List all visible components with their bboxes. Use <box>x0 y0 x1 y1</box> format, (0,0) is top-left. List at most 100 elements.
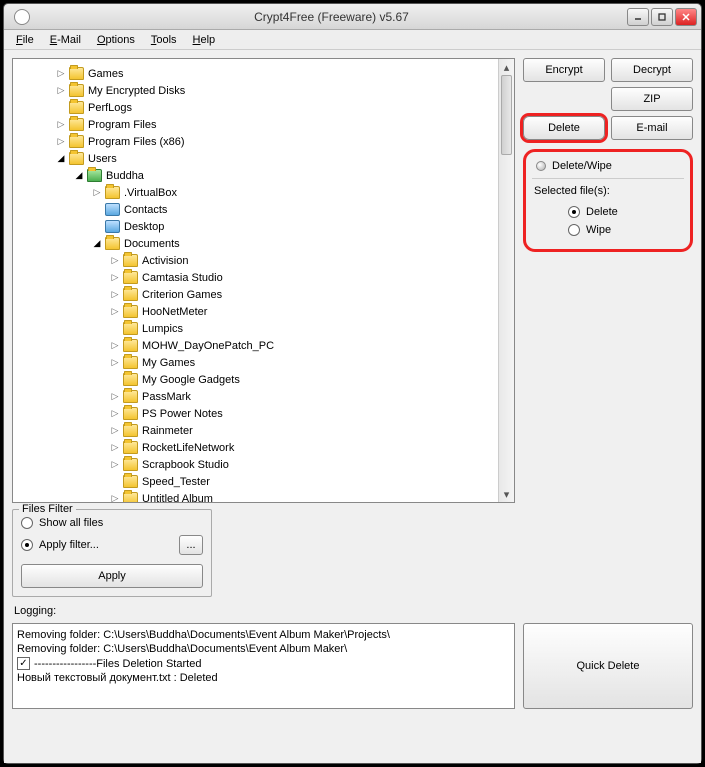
tree-node[interactable]: Desktop <box>15 218 498 235</box>
folder-icon <box>123 475 138 488</box>
tree-node[interactable]: ▷Program Files (x86) <box>15 133 498 150</box>
scroll-up-arrow[interactable]: ▴ <box>499 59 514 75</box>
tree-scrollbar[interactable]: ▴ ▾ <box>498 59 514 502</box>
expand-icon[interactable]: ▷ <box>109 493 121 502</box>
expand-icon[interactable]: ▷ <box>109 357 121 368</box>
menu-options[interactable]: Options <box>91 32 141 48</box>
collapse-icon[interactable]: ◢ <box>55 153 67 164</box>
titlebar[interactable]: Crypt4Free (Freeware) v5.67 <box>4 4 701 30</box>
tree-node[interactable]: ▷PassMark <box>15 388 498 405</box>
radio-show-all[interactable] <box>21 517 33 529</box>
folder-icon <box>105 237 120 250</box>
logging-label: Logging: <box>12 603 693 617</box>
node-label: Lumpics <box>142 323 183 335</box>
expand-icon[interactable]: ▷ <box>91 187 103 198</box>
close-button[interactable] <box>675 8 697 26</box>
tree-node[interactable]: ▷Criterion Games <box>15 286 498 303</box>
tree-node[interactable]: ▷PS Power Notes <box>15 405 498 422</box>
node-label: RocketLifeNetwork <box>142 442 234 454</box>
expand-icon[interactable]: ▷ <box>109 255 121 266</box>
tree-node[interactable]: My Google Gadgets <box>15 371 498 388</box>
folder-icon <box>69 84 84 97</box>
tree-node[interactable]: ▷Games <box>15 65 498 82</box>
collapse-icon[interactable]: ◢ <box>73 170 85 181</box>
tree-node[interactable]: ▷Rainmeter <box>15 422 498 439</box>
log-box[interactable]: Removing folder: C:\Users\Buddha\Documen… <box>12 623 515 709</box>
node-label: Activision <box>142 255 188 267</box>
expand-icon[interactable]: ▷ <box>55 68 67 79</box>
expand-icon[interactable]: ▷ <box>109 272 121 283</box>
expand-icon[interactable]: ▷ <box>109 340 121 351</box>
tree-wrap: ▷Games▷My Encrypted DisksPerfLogs▷Progra… <box>12 58 515 503</box>
show-all-label: Show all files <box>39 517 103 529</box>
filter-browse-button[interactable]: ... <box>179 535 203 555</box>
tree-node[interactable]: ▷MOHW_DayOnePatch_PC <box>15 337 498 354</box>
user-folder-icon <box>87 169 102 182</box>
tree-node[interactable]: ▷ Activision <box>15 252 498 269</box>
expand-icon[interactable]: ▷ <box>109 408 121 419</box>
expand-icon[interactable]: ▷ <box>55 85 67 96</box>
apply-button[interactable]: Apply <box>21 564 203 588</box>
tree-node[interactable]: ▷.VirtualBox <box>15 184 498 201</box>
top-area: ▷Games▷My Encrypted DisksPerfLogs▷Progra… <box>12 58 693 503</box>
folder-icon <box>123 407 138 420</box>
folder-icon <box>69 67 84 80</box>
desktop-icon <box>105 220 120 233</box>
contacts-icon <box>105 203 120 216</box>
maximize-button[interactable] <box>651 8 673 26</box>
quick-delete-button[interactable]: Quick Delete <box>523 623 693 709</box>
node-label: My Encrypted Disks <box>88 85 185 97</box>
decrypt-button[interactable]: Decrypt <box>611 58 693 82</box>
scroll-down-arrow[interactable]: ▾ <box>499 486 514 502</box>
menu-tools[interactable]: Tools <box>145 32 183 48</box>
expand-icon[interactable]: ▷ <box>109 289 121 300</box>
folder-tree[interactable]: ▷Games▷My Encrypted DisksPerfLogs▷Progra… <box>13 59 498 502</box>
email-button[interactable]: E-mail <box>611 116 693 140</box>
tree-node[interactable]: ▷Untitled Album <box>15 490 498 502</box>
menubar: File E-Mail Options Tools Help <box>4 30 701 50</box>
tree-node[interactable]: PerfLogs <box>15 99 498 116</box>
tree-node[interactable]: ▷ Scrapbook Studio <box>15 456 498 473</box>
bullet-icon <box>536 161 546 171</box>
expand-icon[interactable]: ▷ <box>109 442 121 453</box>
encrypt-button[interactable]: Encrypt <box>523 58 605 82</box>
tree-node[interactable]: ▷ My Encrypted Disks <box>15 82 498 99</box>
tree-node[interactable]: Lumpics <box>15 320 498 337</box>
files-filter-group: Files Filter Show all files Apply filter… <box>12 509 212 597</box>
menu-file[interactable]: File <box>10 32 40 48</box>
radio-delete[interactable] <box>568 206 580 218</box>
expand-icon[interactable]: ▷ <box>55 119 67 130</box>
folder-icon <box>123 271 138 284</box>
menu-email[interactable]: E-Mail <box>44 32 87 48</box>
node-label: Speed_Tester <box>142 476 210 488</box>
tree-node[interactable]: ▷ My Games <box>15 354 498 371</box>
log-checkbox[interactable] <box>17 657 30 670</box>
zip-button[interactable]: ZIP <box>611 87 693 111</box>
tree-node[interactable]: ◢Buddha <box>15 167 498 184</box>
scroll-track[interactable] <box>499 75 514 486</box>
node-label: Scrapbook Studio <box>142 459 229 471</box>
folder-icon <box>105 186 120 199</box>
tree-node[interactable]: ◢Users <box>15 150 498 167</box>
node-label: My Games <box>142 357 195 369</box>
tree-node[interactable]: Contacts <box>15 201 498 218</box>
tree-node[interactable]: ▷ RocketLifeNetwork <box>15 439 498 456</box>
tree-node[interactable]: Speed_Tester <box>15 473 498 490</box>
tree-node[interactable]: ▷Camtasia Studio <box>15 269 498 286</box>
log-line: Removing folder: C:\Users\Buddha\Documen… <box>17 628 510 642</box>
radio-apply-filter[interactable] <box>21 539 33 551</box>
delete-button[interactable]: Delete <box>523 116 605 140</box>
menu-help[interactable]: Help <box>187 32 222 48</box>
expand-icon[interactable]: ▷ <box>109 391 121 402</box>
scroll-thumb[interactable] <box>501 75 512 155</box>
tree-node[interactable]: ▷HooNetMeter <box>15 303 498 320</box>
tree-node[interactable]: ◢Documents <box>15 235 498 252</box>
tree-node[interactable]: ▷Program Files <box>15 116 498 133</box>
collapse-icon[interactable]: ◢ <box>91 238 103 249</box>
expand-icon[interactable]: ▷ <box>109 425 121 436</box>
expand-icon[interactable]: ▷ <box>55 136 67 147</box>
expand-icon[interactable]: ▷ <box>109 459 121 470</box>
expand-icon[interactable]: ▷ <box>109 306 121 317</box>
minimize-button[interactable] <box>627 8 649 26</box>
radio-wipe[interactable] <box>568 224 580 236</box>
